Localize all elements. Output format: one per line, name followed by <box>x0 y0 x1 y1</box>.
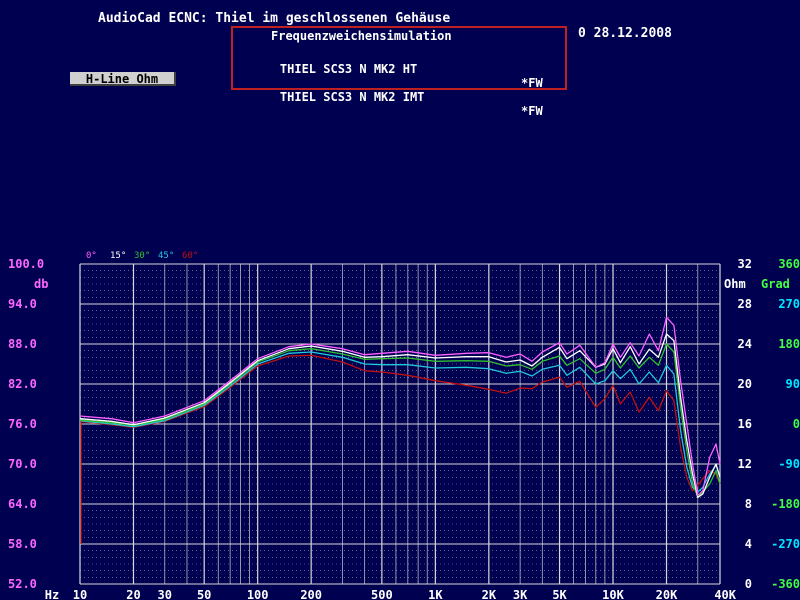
grad-tick-label: -90 <box>778 457 800 471</box>
y-tick-label: 88.0 <box>8 337 37 351</box>
x-tick-label: 20 <box>126 588 140 600</box>
y-tick-label: 94.0 <box>8 297 37 311</box>
ohm-tick-label: 28 <box>738 297 752 311</box>
grad-tick-label: 90 <box>786 377 800 391</box>
ohm-tick-label: 24 <box>738 337 752 351</box>
y-tick-label: 100.0 <box>8 257 44 271</box>
y-axis-labels: 100.0 94.0 88.0 82.0 76.0 70.0 64.0 58.0 52.0 db <box>8 257 48 591</box>
series-line <box>79 343 721 498</box>
y-tick-label: 52.0 <box>8 577 37 591</box>
y-tick-label: 76.0 <box>8 417 37 431</box>
grad-tick-label: -180 <box>771 497 800 511</box>
grad-tick-label: -270 <box>771 537 800 551</box>
grad-tick-label: 0 <box>793 417 800 431</box>
ohm-tick-label: 12 <box>738 457 752 471</box>
legend-item: 0° <box>86 251 97 261</box>
legend-item: 15° <box>110 251 126 261</box>
ohm-tick-label: 4 <box>745 537 752 551</box>
grad-axis-title: Grad <box>761 277 790 291</box>
ohm-tick-label: 0 <box>745 577 752 591</box>
grid-major <box>79 263 721 585</box>
ohm-tick-label: 32 <box>738 257 752 271</box>
y-axis-unit: db <box>34 277 48 291</box>
legend-item: 30° <box>134 251 150 261</box>
legend-item: 45° <box>158 251 174 261</box>
ohm-axis-labels: 32 28 24 20 16 12 8 4 0 Ohm <box>724 257 752 591</box>
x-tick-label: 20K <box>656 588 678 600</box>
y-tick-label: 70.0 <box>8 457 37 471</box>
y-tick-label: 64.0 <box>8 497 37 511</box>
x-tick-label: 50 <box>197 588 211 600</box>
grad-tick-label: -360 <box>771 577 800 591</box>
x-tick-label: 5K <box>552 588 567 600</box>
frequency-response-chart: 100.094.088.082.076.070.064.058.052.0db … <box>8 251 800 600</box>
x-tick-label: 100 <box>247 588 269 600</box>
grad-tick-label: 270 <box>778 297 800 311</box>
x-tick-label: 10K <box>602 588 624 600</box>
legend-item: 60° <box>182 251 198 261</box>
y-tick-label: 82.0 <box>8 377 37 391</box>
ohm-tick-label: 16 <box>738 417 752 431</box>
legend: 0° 15° 30° 45° 60° <box>86 251 198 261</box>
x-tick-label: 1K <box>428 588 443 600</box>
x-tick-label: 3K <box>513 588 528 600</box>
x-axis-labels: Hz 10 20 30 50 100 200 500 1K 2K 3K 5K 10K 20K 40K <box>45 588 737 600</box>
ohm-axis-title: Ohm <box>724 277 746 291</box>
x-tick-label: 30 <box>158 588 172 600</box>
grad-tick-label: 360 <box>778 257 800 271</box>
x-tick-label: 2K <box>482 588 497 600</box>
x-tick-label: 500 <box>371 588 393 600</box>
x-tick-label: 40K <box>714 588 736 600</box>
x-tick-label: 10 <box>73 588 87 600</box>
series-line <box>79 351 721 493</box>
x-tick-label: 200 <box>300 588 322 600</box>
ohm-tick-label: 20 <box>738 377 752 391</box>
x-tick-label: Hz <box>45 588 59 600</box>
grad-axis-labels: 360 270 180 90 0 -90 -180 -270 -360 Grad <box>761 257 800 591</box>
ohm-tick-label: 8 <box>745 497 752 511</box>
y-tick-label: 58.0 <box>8 537 37 551</box>
grad-tick-label: 180 <box>778 337 800 351</box>
